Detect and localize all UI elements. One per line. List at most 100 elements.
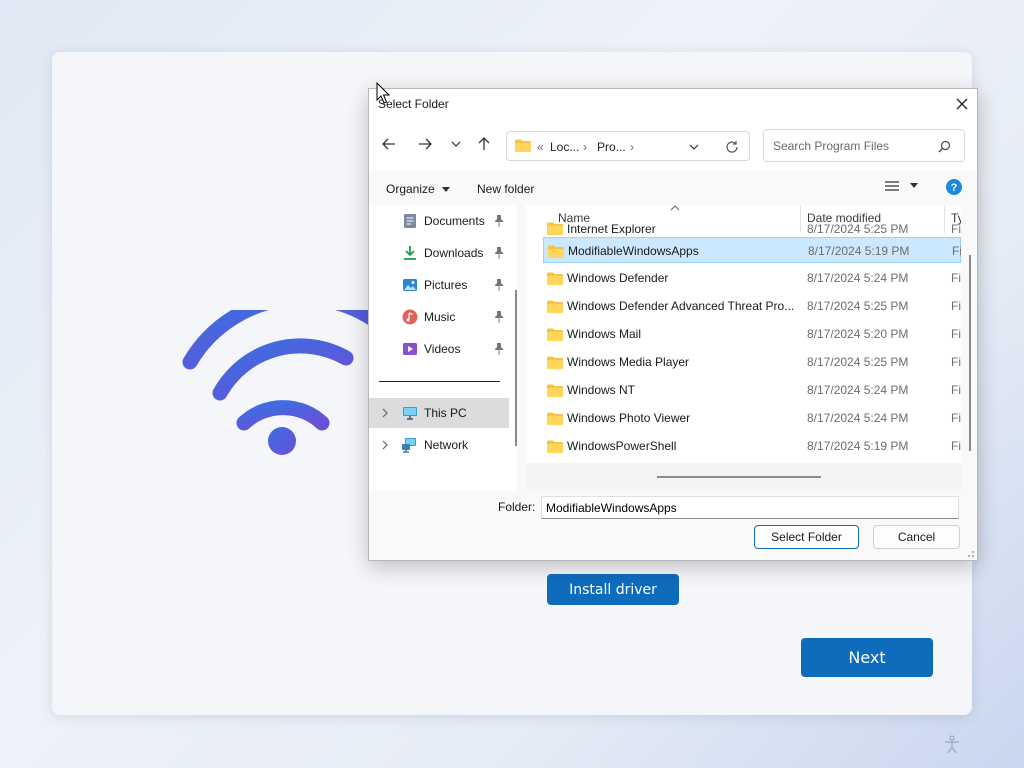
next-button[interactable]: Next — [801, 638, 933, 677]
back-arrow-icon — [382, 138, 395, 150]
nav-item-network[interactable]: Network — [369, 430, 509, 460]
file-name: WindowsPowerShell — [567, 439, 677, 453]
folder-icon — [547, 272, 563, 285]
folder-icon — [547, 440, 563, 453]
navigation-bar: « Loc... › Pro... › Search Program Files — [369, 119, 977, 171]
search-input[interactable]: Search Program Files — [763, 129, 965, 162]
help-button[interactable]: ? — [946, 179, 962, 198]
svg-text:?: ? — [951, 182, 958, 194]
folder-icon — [547, 300, 563, 313]
file-row[interactable]: Windows Mail 8/17/2024 5:20 PM Fi — [543, 321, 961, 347]
nav-item-label: This PC — [424, 406, 467, 420]
address-bar[interactable]: « Loc... › Pro... › — [506, 131, 750, 161]
file-date: 8/17/2024 5:19 PM — [807, 439, 909, 453]
folder-icon — [547, 222, 563, 235]
file-list-vertical-scrollbar[interactable] — [969, 255, 971, 451]
file-row[interactable]: Windows Media Player 8/17/2024 5:25 PM F… — [543, 349, 961, 375]
pin-icon[interactable] — [494, 311, 504, 323]
file-type: Fi — [951, 327, 961, 341]
nav-item-label: Music — [424, 310, 456, 324]
videos-icon — [403, 343, 417, 355]
breadcrumb-separator-icon: › — [583, 140, 587, 154]
downloads-icon — [404, 246, 416, 260]
back-button[interactable] — [378, 133, 400, 155]
address-dropdown-icon[interactable] — [689, 142, 699, 152]
file-name: Windows Defender — [567, 271, 669, 285]
folder-icon — [547, 328, 563, 341]
select-folder-button[interactable]: Select Folder — [754, 525, 859, 549]
breadcrumb-item[interactable]: Loc... — [550, 140, 579, 154]
file-row[interactable]: Windows Defender 8/17/2024 5:24 PM Fi — [543, 265, 961, 291]
sort-ascending-icon — [670, 205, 680, 211]
documents-icon — [404, 214, 416, 228]
nav-item-label: Downloads — [424, 246, 484, 260]
navigation-pane: Documents Downloads Pictures Music Video… — [369, 205, 517, 491]
nav-item-this-pc[interactable]: This PC — [369, 398, 509, 428]
folder-icon — [547, 412, 563, 425]
nav-item-videos[interactable]: Videos — [369, 334, 509, 364]
file-row[interactable]: Windows Photo Viewer 8/17/2024 5:24 PM F… — [543, 405, 961, 431]
recent-locations-button[interactable] — [445, 133, 467, 155]
cancel-button[interactable]: Cancel — [873, 525, 960, 549]
up-button[interactable] — [473, 133, 495, 155]
file-row-selected[interactable]: ModifiableWindowsApps 8/17/2024 5:19 PM … — [543, 237, 961, 263]
file-type: Fi — [951, 355, 961, 369]
file-type: Fi — [952, 244, 961, 258]
forward-button[interactable] — [414, 133, 436, 155]
breadcrumb-separator-icon: › — [630, 140, 634, 154]
view-options-button[interactable] — [885, 180, 919, 195]
dialog-footer: Folder: Select Folder Cancel — [369, 491, 977, 560]
file-type: Fi — [951, 383, 961, 397]
pin-icon[interactable] — [494, 247, 504, 259]
pictures-icon — [403, 279, 417, 291]
file-name: Internet Explorer — [567, 222, 656, 236]
dropdown-arrow-icon — [442, 187, 451, 192]
select-folder-dialog: Select Folder « Loc... › Pro... › Search… — [368, 88, 978, 561]
file-name: Windows Mail — [567, 327, 642, 341]
file-date: 8/17/2024 5:20 PM — [807, 327, 909, 341]
file-date: 8/17/2024 5:25 PM — [807, 355, 909, 369]
expand-chevron-icon[interactable] — [381, 440, 389, 450]
music-icon — [402, 309, 418, 325]
file-type: Fi — [951, 271, 961, 285]
up-arrow-icon — [478, 137, 490, 150]
file-date: 8/17/2024 5:25 PM — [807, 222, 909, 236]
nav-item-pictures[interactable]: Pictures — [369, 270, 509, 300]
organize-label: Organize — [386, 182, 435, 196]
close-button[interactable] — [947, 89, 977, 119]
file-row[interactable]: WindowsPowerShell 8/17/2024 5:19 PM Fi — [543, 433, 961, 459]
file-type: Fi — [951, 411, 961, 425]
search-placeholder: Search Program Files — [773, 139, 890, 153]
file-list: Name Date modified Ty Internet Explorer … — [526, 205, 961, 491]
folder-icon — [547, 384, 563, 397]
nav-item-documents[interactable]: Documents — [369, 206, 509, 236]
folder-icon — [515, 139, 531, 152]
nav-pane-scrollbar[interactable] — [515, 290, 517, 446]
file-name: Windows Defender Advanced Threat Pro... — [567, 299, 795, 313]
resize-grip-icon[interactable] — [965, 548, 975, 558]
file-list-horizontal-scrollbar[interactable] — [657, 476, 821, 478]
nav-item-music[interactable]: Music — [369, 302, 509, 332]
file-row[interactable]: Windows Defender Advanced Threat Pro... … — [543, 293, 961, 319]
expand-chevron-icon[interactable] — [381, 408, 389, 418]
pin-icon[interactable] — [494, 279, 504, 291]
nav-item-downloads[interactable]: Downloads — [369, 238, 509, 268]
nav-item-label: Pictures — [424, 278, 468, 292]
file-name: Windows Media Player — [567, 355, 690, 369]
breadcrumb-item[interactable]: Pro... — [597, 140, 626, 154]
new-folder-button[interactable]: New folder — [477, 182, 534, 196]
pin-icon[interactable] — [494, 343, 504, 355]
install-driver-button[interactable]: Install driver — [547, 574, 679, 605]
nav-item-label: Documents — [424, 214, 485, 228]
search-icon — [938, 140, 951, 153]
folder-icon — [547, 356, 563, 369]
folder-input[interactable] — [541, 496, 959, 519]
pin-icon[interactable] — [494, 215, 504, 227]
breadcrumb-overflow[interactable]: « — [537, 140, 544, 154]
refresh-icon[interactable] — [725, 140, 739, 154]
accessibility-icon[interactable] — [942, 734, 962, 754]
organize-button[interactable]: Organize — [386, 182, 451, 196]
dropdown-arrow-icon — [910, 183, 919, 188]
help-icon: ? — [946, 179, 962, 195]
file-row[interactable]: Windows NT 8/17/2024 5:24 PM Fi — [543, 377, 961, 403]
